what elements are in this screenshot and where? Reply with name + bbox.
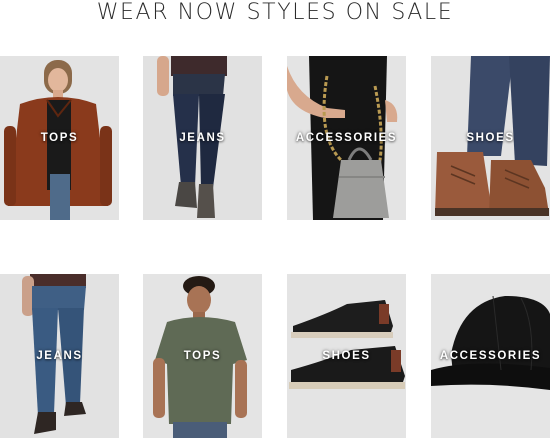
category-tile-tops[interactable]: TOPS [0, 56, 119, 220]
category-tile-jeans[interactable]: JEANS [143, 56, 262, 220]
product-image-straight-jeans [0, 274, 119, 438]
product-image-black-chukka [287, 274, 406, 438]
category-tile-shoes[interactable]: SHOES [431, 56, 550, 220]
product-image-brown-boots [431, 56, 550, 220]
product-image-dark-jeans [143, 56, 262, 220]
product-image-black-cap [431, 274, 550, 438]
category-tile-jeans[interactable]: JEANS [0, 274, 119, 438]
page-title: WEAR NOW STYLES ON SALE [96, 0, 454, 25]
product-image-handbag [287, 56, 406, 220]
product-image-olive-tee [143, 274, 262, 438]
product-image-rust-jacket [0, 56, 119, 220]
category-tile-accessories[interactable]: ACCESSORIES [287, 56, 406, 220]
category-tile-tops[interactable]: TOPS [143, 274, 262, 438]
category-tile-shoes[interactable]: SHOES [287, 274, 406, 438]
category-tile-accessories[interactable]: ACCESSORIES [431, 274, 550, 438]
